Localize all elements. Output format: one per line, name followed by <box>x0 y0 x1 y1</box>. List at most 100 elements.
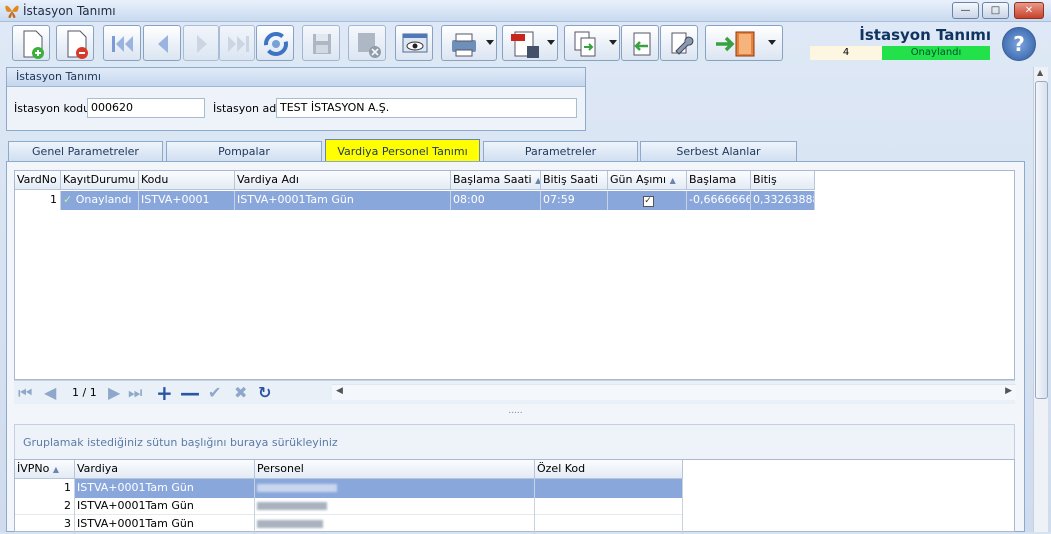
table-row[interactable]: 1 ISTVA+0001Tam Gün <box>15 479 683 498</box>
back-button[interactable] <box>621 25 659 61</box>
col-header-kayitdurumu[interactable]: KayıtDurumu <box>61 171 139 190</box>
nav-refresh-icon[interactable]: ↻ <box>258 383 271 403</box>
scroll-up-icon[interactable]: ▲ <box>1037 68 1043 77</box>
shift-grid: VardNo KayıtDurumu Kodu Vardiya Adı Başl… <box>14 170 1015 380</box>
cell-personel-redacted[interactable] <box>255 479 535 498</box>
station-name-input[interactable]: TEST İSTASYON A.Ş. <box>276 98 577 118</box>
col-header-ozel-kod[interactable]: Özel Kod <box>535 460 683 479</box>
table-row[interactable]: 2 ISTVA+0001Tam Gün <box>15 497 683 516</box>
cell-kayitdurumu-text: Onaylandı <box>75 193 132 206</box>
cell-ozel-kod[interactable] <box>535 515 683 534</box>
tab-serbest-alanlar[interactable]: Serbest Alanlar <box>640 141 797 162</box>
scroll-left-icon[interactable]: ◀ <box>336 386 343 396</box>
col-header-baslama-saati[interactable]: Başlama Saati ▲ <box>451 171 541 190</box>
nav-cancel-icon[interactable]: ✖ <box>234 383 247 403</box>
cell-kayitdurumu[interactable]: ✓ Onaylandı <box>61 191 139 210</box>
prev-record-button[interactable] <box>143 25 181 61</box>
col-header-ivpno[interactable]: İVPNo ▲ <box>15 460 75 479</box>
back-icon <box>633 32 651 56</box>
save-close-icon <box>358 33 381 58</box>
scrollbar-thumb[interactable] <box>1035 81 1048 399</box>
cell-vardno[interactable]: 1 <box>15 191 61 210</box>
nav-remove-icon[interactable]: — <box>180 383 200 403</box>
tools-icon <box>671 32 694 55</box>
col-header-baslama[interactable]: Başlama <box>687 171 751 190</box>
cell-gun-asimi[interactable]: ✓ <box>608 191 687 210</box>
col-header-gun-asimi[interactable]: Gün Aşımı ▲ <box>608 171 687 190</box>
help-icon: ? <box>1013 32 1025 56</box>
nav-prev-icon[interactable]: ◀ <box>44 383 56 403</box>
col-header-ivpno-label: İVPNo <box>17 462 50 475</box>
col-header-vardiya-adi[interactable]: Vardiya Adı <box>235 171 451 190</box>
station-code-label: İstasyon kodu <box>14 102 91 115</box>
tools-button[interactable] <box>660 25 698 61</box>
tab-vardiya-personel[interactable]: Vardiya Personel Tanımı <box>325 139 480 162</box>
exit-button[interactable] <box>705 25 783 61</box>
splitter-handle[interactable]: ..... <box>6 407 1025 417</box>
record-count: 4 <box>810 46 882 60</box>
cell-vardiya[interactable]: ISTVA+0001Tam Gün <box>75 515 255 534</box>
col-header-vardno[interactable]: VardNo <box>15 171 61 190</box>
print-button[interactable] <box>441 25 497 61</box>
tab-parametreler[interactable]: Parametreler <box>483 141 638 162</box>
new-button[interactable] <box>12 25 50 61</box>
refresh-button[interactable] <box>256 25 294 61</box>
cell-personel-redacted[interactable] <box>255 515 535 534</box>
save-close-button[interactable] <box>348 25 386 61</box>
cell-vardiya[interactable]: ISTVA+0001Tam Gün <box>75 497 255 516</box>
next-record-button[interactable] <box>183 25 219 61</box>
nav-last-icon[interactable]: ⏭ <box>128 383 142 403</box>
cell-bitis-saati[interactable]: 07:59 <box>541 191 608 210</box>
group-by-panel[interactable]: Gruplamak istediğiniz sütun başlığını bu… <box>14 424 1015 460</box>
preview-button[interactable] <box>395 25 433 61</box>
nav-first-icon[interactable]: ⏮ <box>18 383 32 403</box>
table-row[interactable]: 3 ISTVA+0001Tam Gün <box>15 515 683 534</box>
window-title: İstasyon Tanımı <box>23 4 116 18</box>
nav-add-icon[interactable]: + <box>156 383 173 403</box>
col-header-bitis[interactable]: Bitiş <box>751 171 815 190</box>
cell-vardiya-adi[interactable]: ISTVA+0001Tam Gün <box>235 191 451 210</box>
nav-next-icon[interactable]: ▶ <box>108 383 120 403</box>
cell-kodu[interactable]: ISTVA+0001 <box>139 191 235 210</box>
col-header-baslama-saati-label: Başlama Saati <box>453 173 532 186</box>
close-window-button[interactable]: ✕ <box>1014 2 1044 19</box>
station-code-input[interactable]: 000620 <box>87 98 205 118</box>
preview-icon <box>402 33 428 53</box>
first-record-button[interactable] <box>103 25 141 61</box>
cell-ivpno[interactable]: 1 <box>15 479 75 498</box>
gun-asimi-checkbox[interactable]: ✓ <box>642 196 654 207</box>
cell-baslama-saati[interactable]: 08:00 <box>451 191 541 210</box>
col-header-kodu[interactable]: Kodu <box>139 171 235 190</box>
nav-confirm-icon[interactable]: ✔ <box>208 383 221 403</box>
vertical-scrollbar[interactable]: ▲ <box>1033 67 1048 532</box>
cell-ivpno[interactable]: 2 <box>15 497 75 516</box>
cell-ozel-kod[interactable] <box>535 479 683 498</box>
delete-icon <box>67 30 88 59</box>
col-header-vardiya[interactable]: Vardiya <box>75 460 255 479</box>
save-button[interactable] <box>302 25 340 61</box>
copy-button[interactable] <box>564 25 620 61</box>
refresh-icon <box>264 32 288 56</box>
cell-bitis[interactable]: 0,33263888 <box>751 191 815 210</box>
tab-genel-parametreler[interactable]: Genel Parametreler <box>8 141 163 162</box>
sort-asc-icon: ▲ <box>52 465 60 474</box>
delete-button[interactable] <box>56 25 94 61</box>
maximize-button[interactable]: □ <box>982 2 1009 19</box>
table-row[interactable]: 1 ✓ Onaylandı ISTVA+0001 ISTVA+0001Tam G… <box>15 191 815 210</box>
cell-baslama[interactable]: -0,66666666 <box>687 191 751 210</box>
cell-personel-redacted[interactable] <box>255 497 535 516</box>
col-header-personel[interactable]: Personel <box>255 460 535 479</box>
scroll-right-icon[interactable]: ▶ <box>1005 386 1012 396</box>
minimize-button[interactable]: — <box>952 2 979 19</box>
cell-ozel-kod[interactable] <box>535 497 683 516</box>
cell-vardiya[interactable]: ISTVA+0001Tam Gün <box>75 479 255 498</box>
last-record-button[interactable] <box>219 25 255 61</box>
col-header-bitis-saati[interactable]: Bitiş Saati <box>541 171 608 190</box>
pdf-export-button[interactable] <box>502 25 558 61</box>
exit-icon <box>716 31 755 57</box>
station-name-label: İstasyon adı <box>213 102 280 115</box>
horizontal-scrollbar[interactable]: ◀ ▶ <box>332 384 1016 400</box>
cell-ivpno[interactable]: 3 <box>15 515 75 534</box>
tab-pompalar[interactable]: Pompalar <box>166 141 322 162</box>
help-button[interactable]: ? <box>1002 27 1036 61</box>
